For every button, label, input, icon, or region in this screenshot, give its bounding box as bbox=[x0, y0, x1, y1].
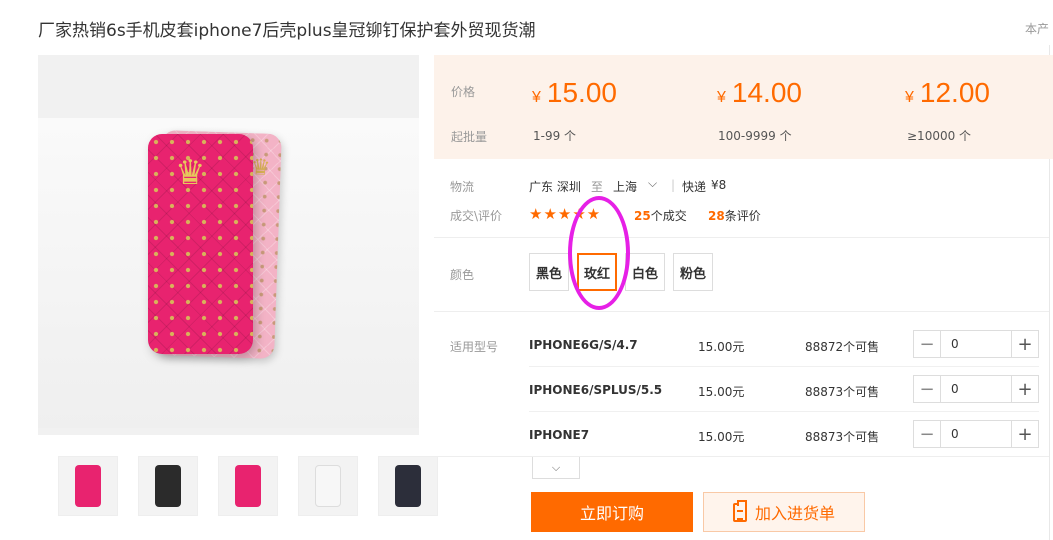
crown-icon: ♛ bbox=[175, 153, 206, 193]
highlight-annotation bbox=[568, 196, 630, 310]
rose-case-thumb-icon bbox=[235, 465, 261, 507]
thumbnail-2[interactable] bbox=[138, 456, 198, 516]
color-label: 颜色 bbox=[450, 268, 475, 282]
ship-method: 快递 bbox=[682, 180, 707, 194]
model-stock: 88873个可售 bbox=[805, 385, 880, 399]
color-option-white[interactable]: 白色 bbox=[625, 253, 665, 291]
model-price: 15.00元 bbox=[698, 385, 745, 399]
quantity-input[interactable]: 0 bbox=[941, 331, 1011, 357]
ship-destination[interactable]: 上海 bbox=[613, 178, 637, 195]
ship-fee: ¥8 bbox=[711, 178, 727, 192]
model-price: 15.00元 bbox=[698, 340, 745, 354]
minus-icon[interactable]: − bbox=[914, 331, 941, 357]
quantity-stepper[interactable]: − 0 + bbox=[913, 420, 1039, 448]
row-separator bbox=[529, 411, 1039, 412]
minus-icon[interactable]: − bbox=[914, 421, 941, 447]
section-divider bbox=[434, 311, 1049, 312]
ship-from: 广东 深圳 bbox=[529, 180, 581, 194]
white-case-thumb-icon bbox=[315, 465, 341, 507]
crown-icon: ♛ bbox=[250, 155, 271, 181]
price-panel: 价格 起批量 ¥15.00 ¥14.00 ¥12.00 1-99 个 100-9… bbox=[434, 55, 1053, 159]
thumbnail-5[interactable] bbox=[378, 456, 438, 516]
thumbnail-3[interactable] bbox=[218, 456, 278, 516]
price-label: 价格 bbox=[451, 85, 476, 99]
divider: | bbox=[671, 178, 676, 192]
qty-tier-1: 1-99 个 bbox=[533, 129, 577, 143]
add-to-cart-label: 加入进货单 bbox=[754, 504, 835, 523]
quantity-input[interactable]: 0 bbox=[941, 421, 1011, 447]
row-separator bbox=[529, 366, 1039, 367]
chevron-down-icon: ⌵ bbox=[551, 460, 561, 474]
expand-models-button[interactable]: ⌵ bbox=[532, 457, 580, 479]
plus-icon[interactable]: + bbox=[1011, 376, 1038, 402]
navy-case-thumb-icon bbox=[395, 465, 421, 507]
add-to-cart-button[interactable]: 加入进货单 bbox=[703, 492, 865, 532]
main-product-image[interactable]: ♛ ♛ bbox=[38, 55, 419, 435]
price-tier-3: ¥12.00 bbox=[905, 77, 990, 108]
model-stock: 88872个可售 bbox=[805, 340, 880, 354]
model-name: IPHONE6G/S/4.7 bbox=[529, 338, 638, 352]
min-order-label: 起批量 bbox=[451, 130, 488, 144]
buy-now-button[interactable]: 立即订购 bbox=[531, 492, 693, 532]
corner-text: 本产 bbox=[1024, 22, 1049, 36]
model-price: 15.00元 bbox=[698, 430, 745, 444]
model-stock: 88873个可售 bbox=[805, 430, 880, 444]
price-tier-1: ¥15.00 bbox=[532, 77, 617, 108]
shipping-label: 物流 bbox=[450, 180, 475, 194]
section-divider bbox=[434, 456, 1049, 457]
model-name: IPHONE6/SPLUS/5.5 bbox=[529, 383, 663, 397]
qty-tier-3: ≥10000 个 bbox=[907, 129, 972, 143]
quantity-stepper[interactable]: − 0 + bbox=[913, 375, 1039, 403]
models-label: 适用型号 bbox=[450, 340, 499, 354]
chevron-down-icon[interactable]: ⌵ bbox=[648, 176, 657, 191]
black-case-thumb-icon bbox=[155, 465, 181, 507]
quantity-stepper[interactable]: − 0 + bbox=[913, 330, 1039, 358]
qty-tier-2: 100-9999 个 bbox=[718, 129, 792, 143]
reviews-label: 成交\评价 bbox=[450, 209, 503, 223]
product-photo: ♛ ♛ bbox=[38, 118, 419, 428]
plus-icon[interactable]: + bbox=[1011, 331, 1038, 357]
clipboard-icon bbox=[732, 499, 747, 522]
thumbnail-4[interactable] bbox=[298, 456, 358, 516]
price-tier-2: ¥14.00 bbox=[717, 77, 802, 108]
color-option-black[interactable]: 黑色 bbox=[529, 253, 569, 291]
rose-case-image: ♛ bbox=[148, 134, 253, 354]
plus-icon[interactable]: + bbox=[1011, 421, 1038, 447]
ship-to-word: 至 bbox=[591, 180, 604, 194]
color-option-pink[interactable]: 粉色 bbox=[673, 253, 713, 291]
minus-icon[interactable]: − bbox=[914, 376, 941, 402]
reviews-count[interactable]: 28条评价 bbox=[708, 207, 761, 224]
product-title: 厂家热销6s手机皮套iphone7后壳plus皇冠铆钉保护套外贸现货潮 bbox=[38, 21, 536, 41]
quantity-input[interactable]: 0 bbox=[941, 376, 1011, 402]
section-divider bbox=[434, 237, 1049, 238]
deals-count[interactable]: 25个成交 bbox=[634, 207, 687, 224]
model-name: IPHONE7 bbox=[529, 428, 590, 442]
thumbnail-1[interactable] bbox=[58, 456, 118, 516]
thumbnail-strip bbox=[58, 456, 438, 516]
rose-case-thumb-icon bbox=[75, 465, 101, 507]
